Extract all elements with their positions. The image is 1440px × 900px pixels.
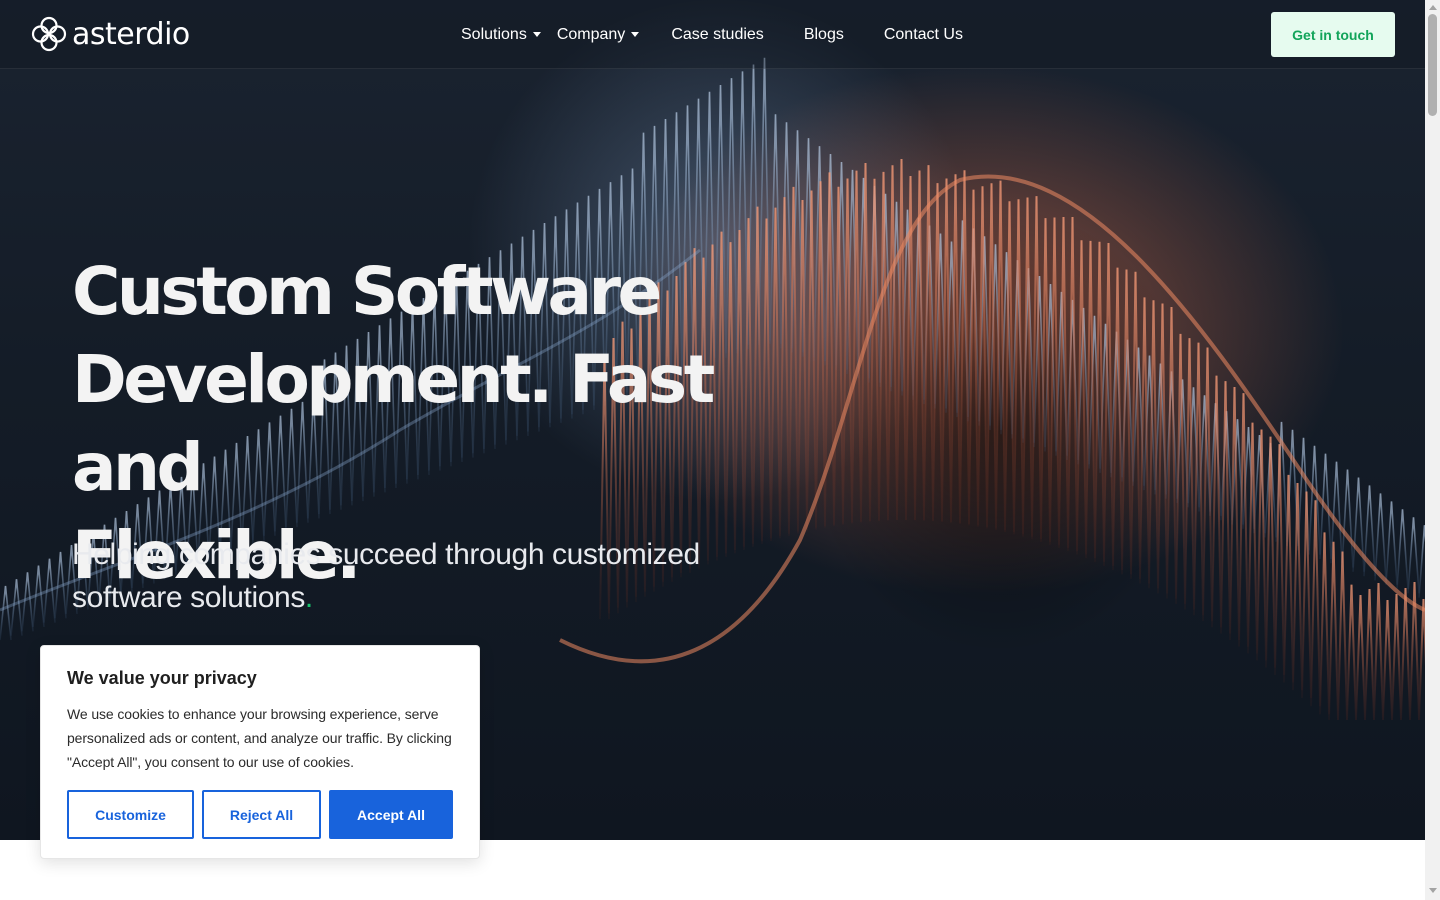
subheadline-text: Helping companies succeed through custom… xyxy=(72,538,700,614)
scroll-down-icon[interactable] xyxy=(1429,888,1437,893)
scroll-up-icon[interactable] xyxy=(1429,5,1437,10)
reject-all-button[interactable]: Reject All xyxy=(202,790,321,839)
nav-company-label: Company xyxy=(556,25,626,43)
top-navbar: asterdio Solutions Company Case studies … xyxy=(0,0,1425,69)
cookie-consent-banner: We value your privacy We use cookies to … xyxy=(40,645,480,859)
brand-logo[interactable]: asterdio xyxy=(30,15,190,53)
nav-company[interactable]: Company xyxy=(556,25,640,44)
accept-all-button[interactable]: Accept All xyxy=(329,790,453,839)
nav-case-studies-label: Case studies xyxy=(671,25,764,43)
hero-subheadline: Helping companies succeed through custom… xyxy=(72,533,752,619)
main-nav: Solutions Company Case studies Blogs Con… xyxy=(461,0,1003,69)
clover-logo-icon xyxy=(31,16,67,52)
caret-down-icon xyxy=(532,32,541,37)
cookie-text: We use cookies to enhance your browsing … xyxy=(67,706,452,770)
nav-case-studies[interactable]: Case studies xyxy=(671,26,764,44)
headline-line-1: Custom Software xyxy=(72,253,662,330)
scroll-thumb[interactable] xyxy=(1428,14,1437,116)
brand-name: asterdio xyxy=(72,16,190,52)
headline-line-2: Development. Fast and xyxy=(72,341,715,506)
nav-blogs[interactable]: Blogs xyxy=(804,26,844,44)
caret-down-icon xyxy=(631,32,640,37)
nav-contact-us[interactable]: Contact Us xyxy=(884,26,963,44)
nav-solutions[interactable]: Solutions xyxy=(461,26,541,44)
page-scrollbar[interactable] xyxy=(1425,0,1440,900)
get-in-touch-button[interactable]: Get in touch xyxy=(1271,12,1395,57)
nav-blogs-label: Blogs xyxy=(803,25,844,43)
cookie-title: We value your privacy xyxy=(67,668,257,688)
nav-solutions-label: Solutions xyxy=(461,25,527,43)
accent-dot: . xyxy=(304,581,313,614)
customize-button[interactable]: Customize xyxy=(67,790,194,839)
nav-contact-us-label: Contact Us xyxy=(883,25,963,43)
